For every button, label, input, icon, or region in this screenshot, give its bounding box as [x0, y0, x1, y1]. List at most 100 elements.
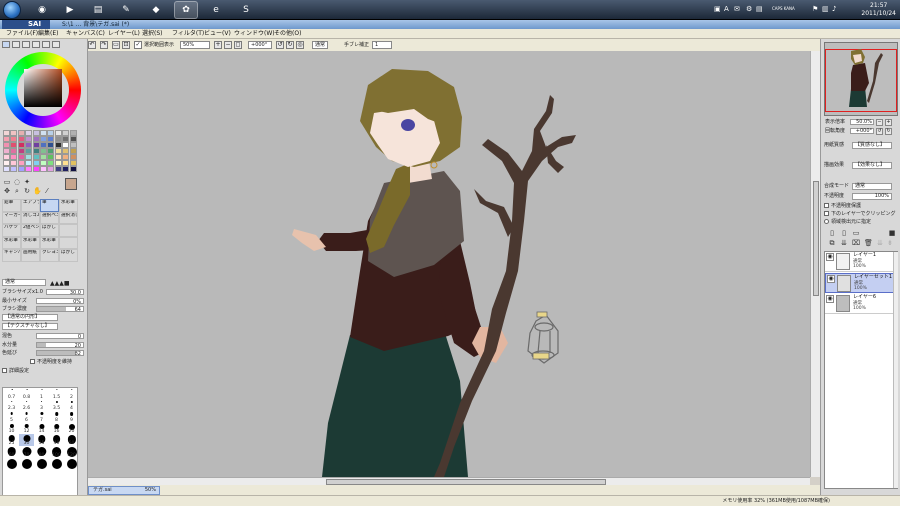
angle-value[interactable]: +000° — [850, 128, 874, 134]
density-slider[interactable]: 64 — [36, 306, 84, 313]
brush-tool-slot[interactable] — [59, 236, 78, 249]
brush-tool-slot[interactable]: 筆 — [40, 199, 59, 212]
brush-size-preset[interactable]: 40 — [49, 434, 64, 446]
brush-size-preset[interactable] — [49, 458, 64, 470]
menu-layer[interactable]: レイヤー(L) — [108, 30, 140, 38]
brush-tool-slot[interactable]: 水彩筆 — [2, 236, 21, 249]
rotate-right-icon[interactable]: ↻ — [286, 41, 294, 49]
eyedropper-icon[interactable]: ⁄ — [43, 187, 51, 195]
start-button[interactable] — [3, 1, 21, 19]
menu-file[interactable]: ファイル(F) — [6, 30, 38, 38]
brush-tool-slot[interactable]: ぼかし — [59, 249, 78, 262]
folder-icon[interactable]: ▤ — [86, 1, 110, 19]
color-swatch[interactable] — [32, 166, 40, 172]
undo-icon[interactable]: ↶ — [88, 41, 96, 49]
zoom-select[interactable]: 50% — [180, 41, 210, 49]
brush-tool-slot[interactable]: マーカー — [2, 211, 21, 224]
blending-slider[interactable]: 0 — [36, 332, 84, 340]
menu-edit[interactable]: 編集(E) — [38, 30, 58, 38]
nav-rotate-left-icon[interactable]: ↺ — [876, 128, 883, 135]
brush-size-preset[interactable]: 80 — [34, 446, 49, 458]
color-swatch[interactable] — [3, 166, 10, 172]
detail-checkbox[interactable] — [2, 367, 7, 373]
brush-size-preset[interactable]: 16 — [49, 423, 64, 434]
layer-color-icon[interactable]: ■ — [888, 229, 896, 237]
nav-zoom-in-icon[interactable]: + — [885, 119, 892, 126]
color-swatch[interactable] — [69, 166, 77, 172]
show-selection-checkbox[interactable]: ✓ — [134, 41, 142, 49]
saturation-value-square[interactable] — [24, 69, 62, 107]
zoom-reset-icon[interactable]: ◻ — [234, 41, 242, 49]
merge-down-icon[interactable]: ⇊ — [840, 239, 848, 247]
notepad-icon[interactable]: ✎ — [114, 1, 138, 19]
min-size-slider[interactable]: 0% — [36, 297, 84, 305]
foreground-color-swatch[interactable] — [65, 178, 77, 190]
hand-icon[interactable]: ✋ — [33, 187, 42, 195]
clock[interactable]: 21:57 2011/10/24 — [861, 2, 896, 18]
brush-tool-slot[interactable]: 選択ペン — [40, 211, 59, 224]
merge-visible-icon[interactable]: ⇊ — [876, 239, 884, 247]
reference-radio[interactable] — [824, 219, 829, 224]
brush-size-preset[interactable]: 2.3 — [4, 400, 19, 411]
redo-icon[interactable]: ↷ — [100, 41, 108, 49]
reference-row[interactable]: 領域検出元に指定 — [824, 218, 898, 227]
brush-size-preset[interactable]: 3 — [34, 400, 49, 411]
brush-size-preset[interactable]: 9 — [64, 411, 79, 423]
brush-size-preset[interactable]: 20 — [64, 423, 79, 434]
media-player-icon[interactable]: ▶ — [58, 1, 82, 19]
brush-size-preset[interactable]: 60 — [4, 446, 19, 458]
crop-icon[interactable]: ⊡ — [122, 41, 130, 49]
brush-shape-select[interactable]: 【通常の円形】 — [2, 314, 58, 322]
brush-size-preset[interactable]: 2.6 — [19, 400, 34, 411]
zoom-in-icon[interactable]: + — [214, 41, 222, 49]
scratchpad-tab[interactable] — [42, 41, 50, 48]
skype-icon[interactable]: S — [234, 1, 258, 19]
navigator-preview[interactable] — [824, 42, 898, 116]
brush-size-preset[interactable]: 50 — [64, 434, 79, 446]
menu-other[interactable]: その他(O) — [274, 30, 301, 38]
brush-tool-slot[interactable] — [59, 224, 78, 237]
deselect-icon[interactable]: ▭ — [112, 41, 120, 49]
game-icon[interactable]: ◆ — [144, 1, 168, 19]
delete-layer-icon[interactable]: 🗑 — [864, 239, 873, 247]
brush-tool-slot[interactable]: 水彩筆 — [21, 236, 40, 249]
volume-icon[interactable]: ♪ — [832, 5, 839, 13]
menu-window[interactable]: ウィンドウ(W) — [234, 30, 275, 38]
rotation-select[interactable]: +000° — [248, 41, 272, 49]
stabilizer-select[interactable]: 1 — [372, 41, 392, 49]
brush-tool-slot[interactable]: バケツ — [2, 224, 21, 237]
brush-size-preset[interactable]: 70 — [19, 446, 34, 458]
brush-size-preset[interactable]: 2 — [64, 388, 79, 400]
clipping-checkbox[interactable] — [824, 211, 829, 216]
tray-icon[interactable]: ▤ — [756, 5, 763, 13]
blend-mode-select[interactable]: 通常 — [312, 41, 328, 49]
canvas-area[interactable] — [88, 51, 810, 477]
color-swatch[interactable] — [54, 166, 62, 172]
eye-icon[interactable]: ◉ — [826, 295, 834, 303]
brush-size-preset[interactable]: 14 — [34, 423, 49, 434]
swatch-tab[interactable] — [32, 41, 40, 48]
flag-icon[interactable]: ⚑ — [812, 5, 819, 13]
brush-size-preset[interactable]: 5 — [4, 411, 19, 423]
color-swatch[interactable] — [62, 166, 70, 172]
layer-opacity-slider[interactable]: 100% — [852, 193, 892, 200]
brush-tool-slot[interactable]: 選択消し — [59, 211, 78, 224]
brush-size-preset[interactable]: 35 — [34, 434, 49, 446]
brush-tool-slot[interactable]: ぼかし — [40, 224, 59, 237]
effect-select[interactable]: 【効果なし】 — [852, 162, 892, 169]
brush-size-preset[interactable]: 8 — [49, 411, 64, 423]
brush-size-preset[interactable]: 1 — [34, 388, 49, 400]
brush-tool-slot[interactable]: 水彩筆 — [59, 199, 78, 212]
canvas-horizontal-scrollbar[interactable] — [88, 477, 810, 485]
hsv-slider-tab[interactable] — [22, 41, 30, 48]
color-swatch[interactable] — [47, 166, 55, 172]
brush-size-preset[interactable]: 4 — [64, 400, 79, 411]
brush-size-preset[interactable]: 12 — [19, 423, 34, 434]
rgb-slider-tab[interactable] — [12, 41, 20, 48]
brush-size-preset[interactable]: 10 — [4, 423, 19, 434]
document-tab[interactable]: テガ.sai 50% — [88, 486, 160, 495]
protect-opacity-checkbox[interactable] — [824, 203, 829, 208]
brush-tool-slot[interactable]: 2値ペン — [21, 224, 40, 237]
brush-size-preset[interactable]: 0.7 — [4, 388, 19, 400]
persistence-slider[interactable]: 82 — [36, 350, 84, 357]
